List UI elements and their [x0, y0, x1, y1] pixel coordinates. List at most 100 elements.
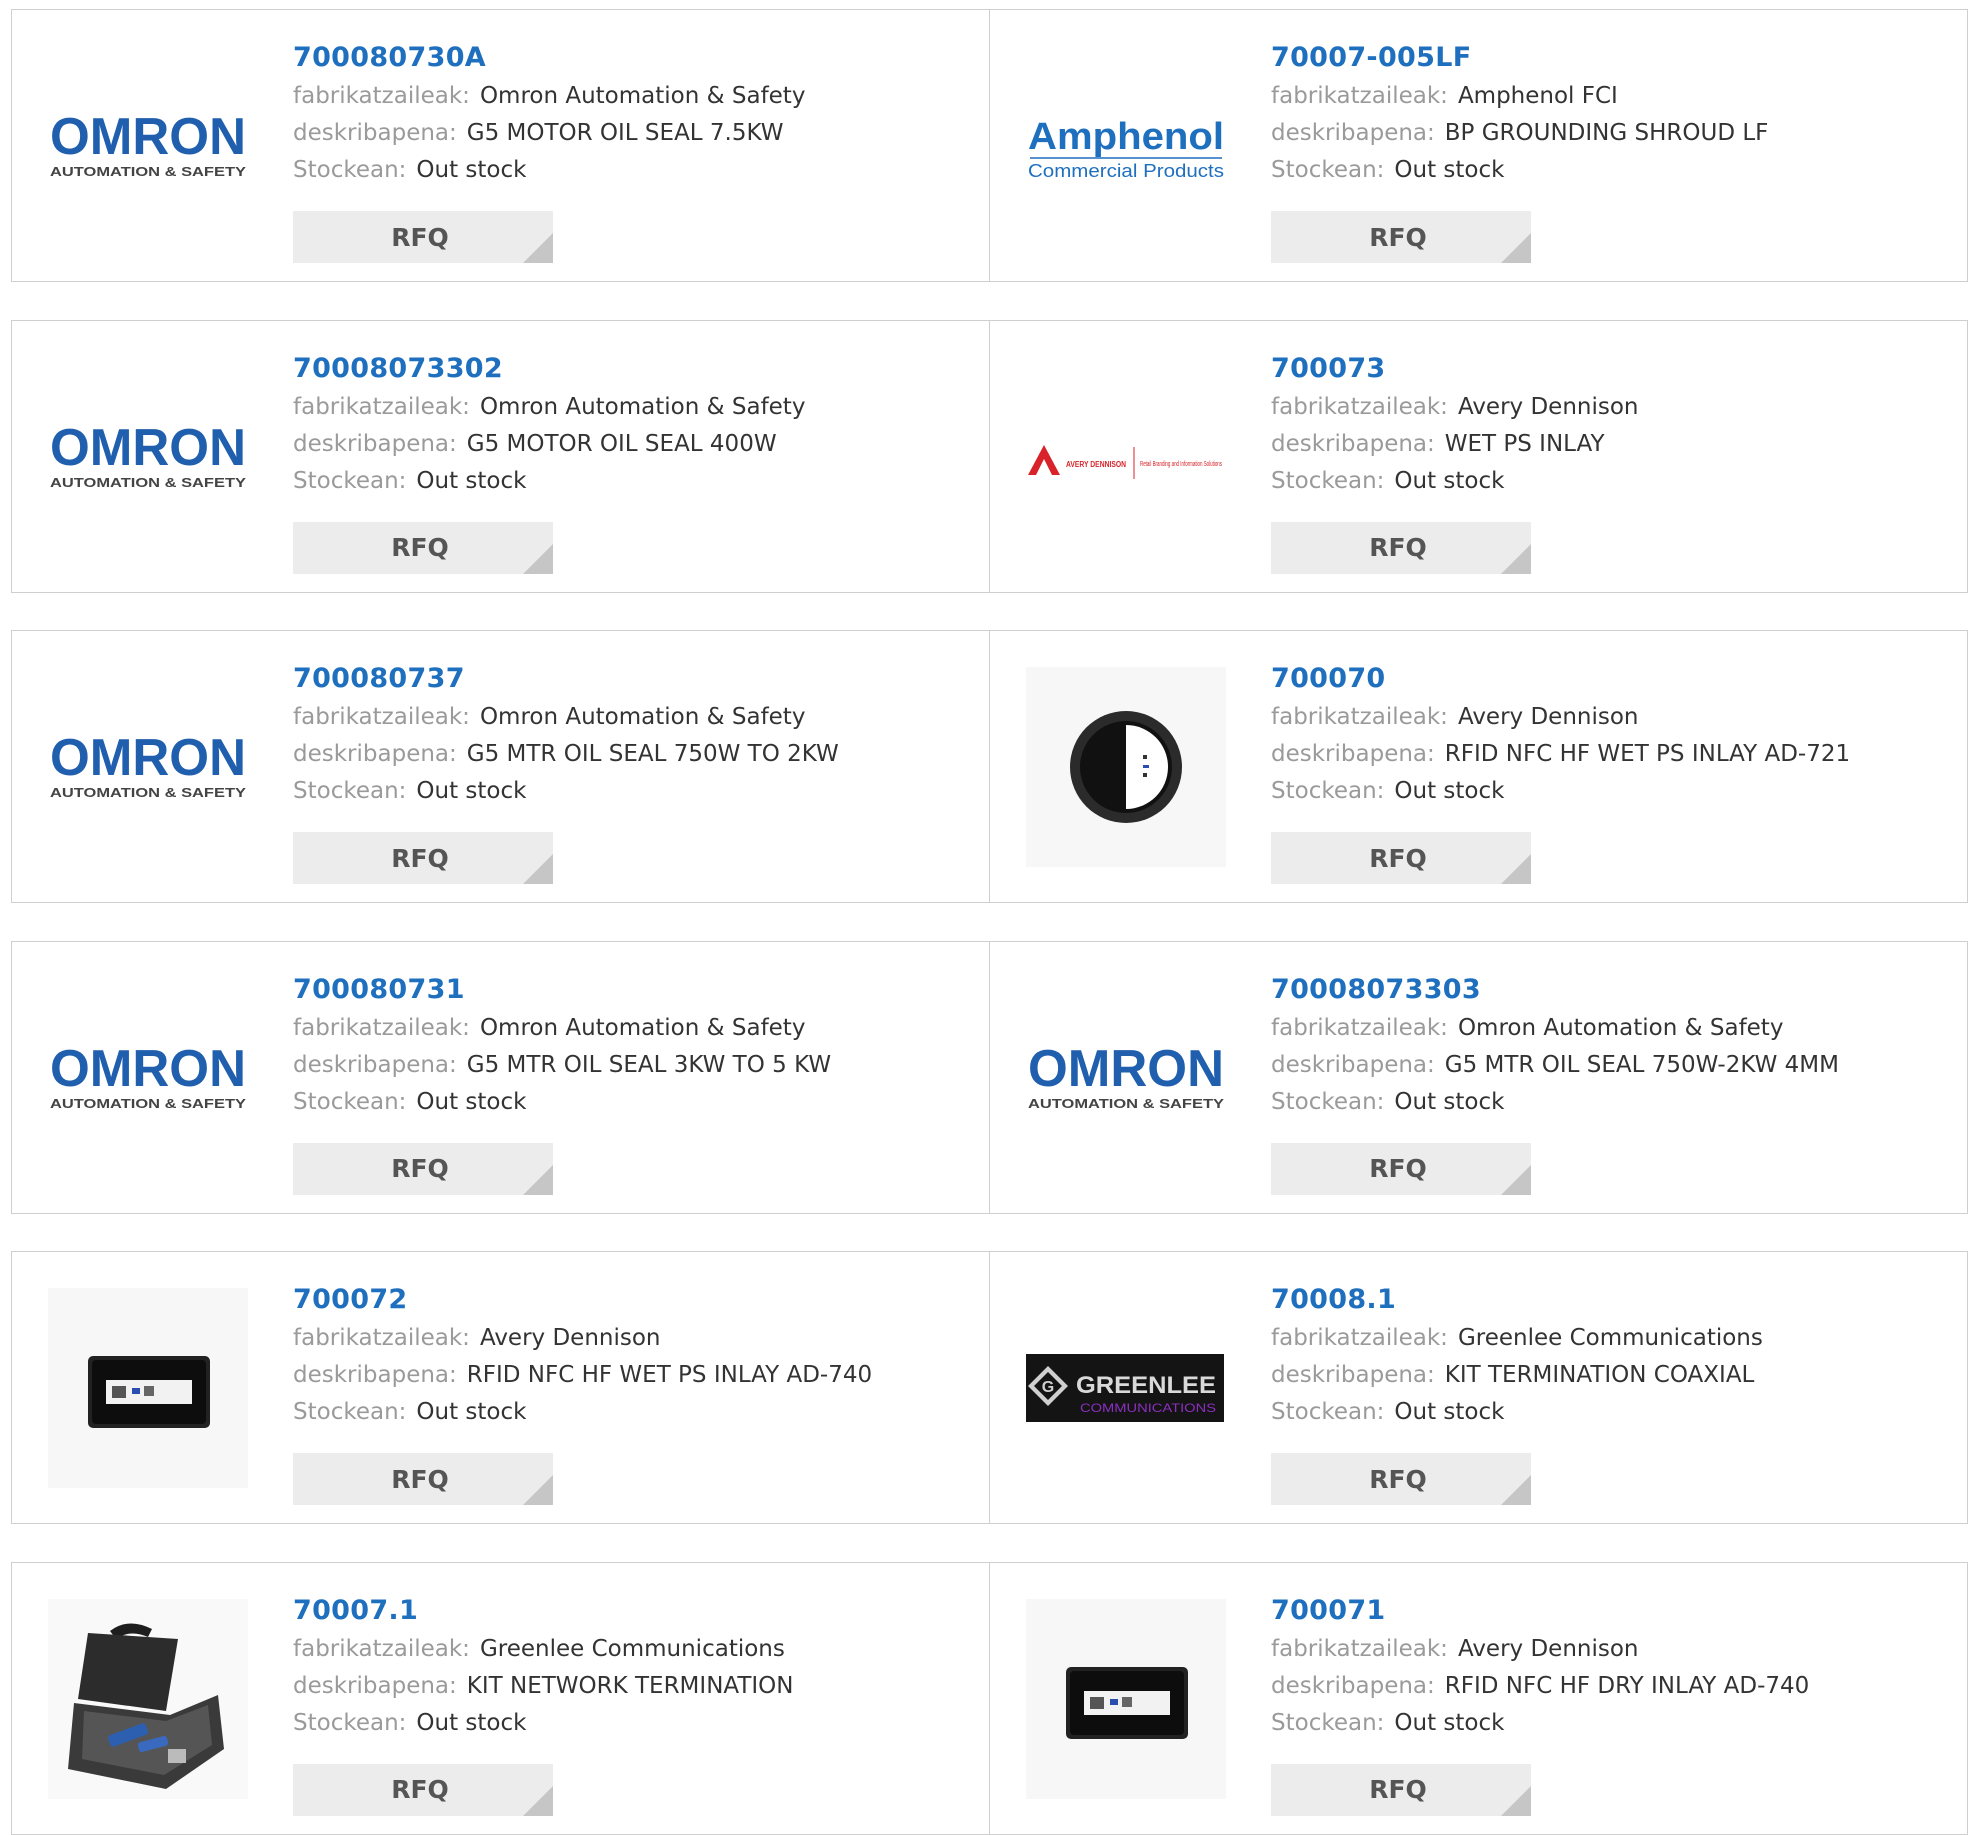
tool-case-image[interactable]	[48, 1598, 248, 1799]
svg-text:G: G	[1042, 1379, 1054, 1396]
corner-triangle-icon	[523, 1164, 553, 1195]
product-card: Amphenol Commercial Products 70007-005LF…	[989, 9, 1968, 282]
rfq-button[interactable]: RFQ	[1271, 1142, 1531, 1195]
description-row: deskribapena: BP GROUNDING SHROUD LF	[1271, 115, 1931, 152]
rfq-button[interactable]: RFQ	[293, 832, 553, 884]
part-number-link[interactable]: 700073	[1271, 349, 1931, 389]
svg-text:AVERY DENNISON: AVERY DENNISON	[1066, 460, 1126, 469]
manufacturer-label: fabrikatzaileak:	[1271, 83, 1448, 109]
manufacturer-value: Avery Dennison	[1457, 704, 1639, 730]
description-value: KIT NETWORK TERMINATION	[466, 1672, 794, 1699]
omron-logo[interactable]: OMRON AUTOMATION & SAFETY	[48, 357, 248, 557]
stock-row: Stockean: Out stock	[293, 152, 953, 189]
rfq-label: RFQ	[391, 533, 449, 562]
rfq-label: RFQ	[1369, 843, 1427, 873]
rfq-button[interactable]: RFQ	[293, 1453, 553, 1505]
rfq-button[interactable]: RFQ	[293, 211, 553, 263]
part-number-link[interactable]: 700080730A	[293, 38, 953, 78]
manufacturer-row: fabrikatzaileak: Omron Automation & Safet…	[1271, 1010, 1931, 1047]
corner-triangle-icon	[1501, 233, 1531, 263]
part-number-link[interactable]: 70007.1	[293, 1591, 953, 1631]
part-number-link[interactable]: 70008073302	[293, 349, 953, 389]
description-row: deskribapena: G5 MOTOR OIL SEAL 7.5KW	[293, 115, 953, 152]
part-number-link[interactable]: 700071	[1271, 1591, 1931, 1631]
description-row: deskribapena: G5 MTR OIL SEAL 3KW TO 5 KW	[293, 1047, 953, 1084]
rect-rfid-inlay-image[interactable]	[1026, 1598, 1226, 1799]
manufacturer-label: fabrikatzaileak:	[293, 704, 470, 730]
amphenol-logo[interactable]: Amphenol Commercial Products	[1026, 46, 1226, 246]
stock-value: Out stock	[1394, 778, 1505, 804]
corner-triangle-icon	[523, 854, 553, 884]
omron-logo[interactable]: OMRON AUTOMATION & SAFETY	[48, 667, 248, 867]
manufacturer-value: Omron Automation & Safety	[479, 83, 806, 109]
omron-logo[interactable]: OMRON AUTOMATION & SAFETY	[48, 978, 248, 1178]
rfq-label: RFQ	[1369, 533, 1427, 562]
product-info: 70008073302 fabrikatzaileak: Omron Automa…	[293, 349, 953, 500]
svg-text:Amphenol: Amphenol	[1028, 116, 1224, 158]
description-label: deskribapena:	[293, 430, 457, 457]
rect-rfid-inlay-image[interactable]	[48, 1288, 248, 1488]
description-value: RFID NFC HF DRY INLAY AD-740	[1444, 1672, 1810, 1699]
product-card: OMRON AUTOMATION & SAFETY 700080737 fabr…	[11, 630, 990, 903]
manufacturer-label: fabrikatzaileak:	[1271, 1014, 1448, 1041]
part-number-link[interactable]: 70008073303	[1271, 970, 1931, 1010]
manufacturer-row: fabrikatzaileak: Omron Automation & Safet…	[293, 78, 953, 115]
rfq-button[interactable]: RFQ	[293, 1763, 553, 1816]
description-row: deskribapena: RFID NFC HF WET PS INLAY AD…	[293, 1357, 953, 1394]
product-card: 70007.1 fabrikatzaileak: Greenlee Communi…	[11, 1561, 990, 1835]
product-card: OMRON AUTOMATION & SAFETY 700080731 fabr…	[11, 940, 990, 1214]
rfq-button[interactable]: RFQ	[293, 1142, 553, 1195]
corner-triangle-icon	[523, 233, 553, 263]
round-rfid-tag-image[interactable]	[1026, 667, 1226, 867]
part-number-link[interactable]: 700070	[1271, 659, 1931, 699]
corner-triangle-icon	[1501, 1475, 1531, 1505]
rfq-label: RFQ	[1369, 1154, 1427, 1183]
rfq-button[interactable]: RFQ	[1271, 211, 1531, 263]
greenlee-logo[interactable]: G GREENLEE COMMUNICATIONS	[1026, 1288, 1226, 1488]
svg-text:Retail Branding and Informatio: Retail Branding and Information Solution…	[1140, 461, 1222, 468]
rfq-button[interactable]: RFQ	[1271, 1763, 1531, 1816]
omron-logo[interactable]: OMRON AUTOMATION & SAFETY	[1026, 978, 1226, 1178]
description-label: deskribapena:	[293, 1051, 457, 1078]
description-label: deskribapena:	[1271, 1051, 1435, 1078]
product-info: 700073 fabrikatzaileak: Avery Dennison de…	[1271, 349, 1931, 500]
rfq-button[interactable]: RFQ	[1271, 1453, 1531, 1505]
product-info: 70007.1 fabrikatzaileak: Greenlee Communi…	[293, 1591, 953, 1742]
stock-row: Stockean: Out stock	[1271, 152, 1931, 189]
manufacturer-label: fabrikatzaileak:	[1271, 704, 1448, 730]
product-card: OMRON AUTOMATION & SAFETY 70008073303 fa…	[989, 940, 1968, 1214]
stock-value: Out stock	[416, 1399, 527, 1425]
description-value: RFID NFC HF WET PS INLAY AD-721	[1444, 741, 1851, 767]
rfq-label: RFQ	[1369, 1775, 1427, 1804]
product-card: 700071 fabrikatzaileak: Avery Dennison de…	[989, 1561, 1968, 1835]
stock-label: Stockean:	[293, 1088, 407, 1115]
description-value: KIT TERMINATION COAXIAL	[1444, 1362, 1755, 1388]
stock-row: Stockean: Out stock	[1271, 1705, 1931, 1742]
description-row: deskribapena: RFID NFC HF DRY INLAY AD-74…	[1271, 1668, 1931, 1705]
corner-triangle-icon	[1501, 1164, 1531, 1195]
stock-label: Stockean:	[293, 157, 407, 183]
description-value: G5 MTR OIL SEAL 750W TO 2KW	[466, 741, 839, 767]
stock-label: Stockean:	[1271, 1709, 1385, 1736]
description-label: deskribapena:	[1271, 741, 1435, 767]
rfq-button[interactable]: RFQ	[1271, 832, 1531, 884]
rfq-button[interactable]: RFQ	[293, 521, 553, 574]
product-card: OMRON AUTOMATION & SAFETY 70008073302 fa…	[11, 319, 990, 593]
stock-row: Stockean: Out stock	[1271, 1084, 1931, 1121]
svg-text:GREENLEE: GREENLEE	[1076, 1372, 1216, 1399]
manufacturer-value: Omron Automation & Safety	[479, 1014, 806, 1041]
part-number-link[interactable]: 700080737	[293, 659, 953, 699]
part-number-link[interactable]: 700072	[293, 1280, 953, 1320]
stock-label: Stockean:	[293, 778, 407, 804]
avery-dennison-logo[interactable]: AVERY DENNISON Retail Branding and Infor…	[1026, 357, 1226, 557]
part-number-link[interactable]: 70007-005LF	[1271, 38, 1931, 78]
description-value: RFID NFC HF WET PS INLAY AD-740	[466, 1362, 873, 1388]
part-number-link[interactable]: 700080731	[293, 970, 953, 1010]
stock-label: Stockean:	[293, 1709, 407, 1736]
part-number-link[interactable]: 70008.1	[1271, 1280, 1931, 1320]
rfq-button[interactable]: RFQ	[1271, 521, 1531, 574]
svg-text:OMRON: OMRON	[50, 729, 246, 787]
manufacturer-value: Avery Dennison	[1457, 1635, 1639, 1662]
omron-logo[interactable]: OMRON AUTOMATION & SAFETY	[48, 46, 248, 246]
product-card: G GREENLEE COMMUNICATIONS 70008.1 fabrik…	[989, 1251, 1968, 1524]
